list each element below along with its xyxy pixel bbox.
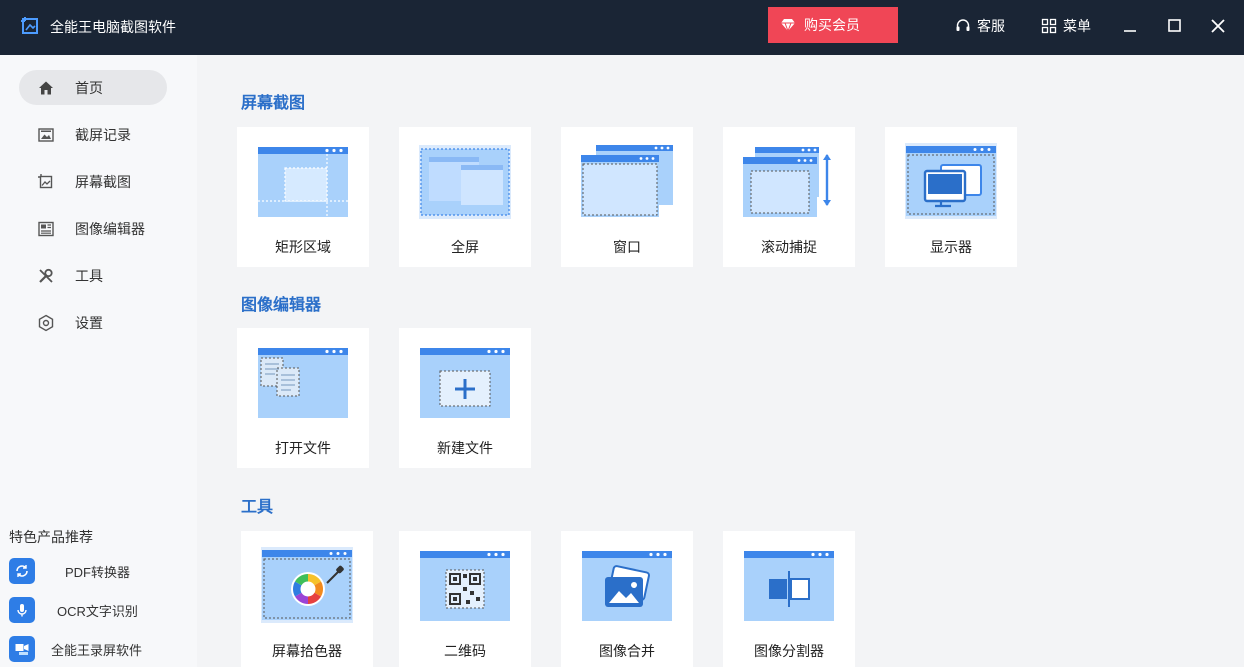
card-label: 屏幕拾色器	[272, 643, 342, 659]
featured-item-pdf-converter[interactable]: PDF转换器	[9, 557, 189, 585]
qr-code-icon	[420, 551, 510, 621]
close-icon[interactable]	[1206, 14, 1230, 38]
sidebar-item-label: 首页	[75, 79, 103, 96]
fullscreen-icon	[419, 145, 511, 219]
sidebar-item-label: 屏幕截图	[75, 173, 131, 190]
sidebar-item-image-editor[interactable]: 图像编辑器	[19, 211, 167, 246]
main-content: 屏幕截图 矩形区域 全屏 窗口 滚动捕捉 显示器 图像编辑器 打开文件 新建文件…	[197, 55, 1244, 667]
screenshot-icon	[38, 173, 53, 188]
card-image-merge[interactable]: 图像合并	[561, 531, 693, 667]
featured-item-screen-recorder[interactable]: 全能王录屏软件	[9, 635, 189, 663]
card-label: 打开文件	[275, 440, 331, 456]
card-qr-code[interactable]: 二维码	[399, 531, 531, 667]
card-label: 图像分割器	[754, 643, 824, 659]
card-fullscreen[interactable]: 全屏	[399, 127, 531, 267]
rectangle-region-icon	[258, 147, 348, 217]
card-new-file[interactable]: 新建文件	[399, 328, 531, 468]
diamond-icon	[781, 19, 795, 33]
sidebar-item-home[interactable]: 首页	[19, 70, 167, 105]
sidebar-item-tools[interactable]: 工具	[19, 258, 167, 293]
card-label: 图像合并	[599, 643, 655, 659]
featured-item-label: PDF转换器	[65, 564, 131, 580]
menu-label: 菜单	[1063, 18, 1091, 34]
home-icon	[39, 81, 53, 94]
card-label: 新建文件	[437, 440, 493, 456]
image-merge-icon	[582, 551, 672, 621]
open-file-icon	[258, 348, 348, 418]
app-title: 全能王电脑截图软件	[50, 19, 176, 35]
pdf-convert-icon	[9, 558, 35, 584]
buy-vip-button[interactable]: 购买会员	[768, 7, 898, 43]
card-window[interactable]: 窗口	[561, 127, 693, 267]
card-label: 矩形区域	[275, 239, 331, 255]
card-label: 窗口	[613, 239, 641, 255]
menu-button[interactable]: 菜单	[1041, 15, 1091, 37]
sidebar-item-settings[interactable]: 设置	[19, 305, 167, 340]
sidebar-item-label: 设置	[75, 314, 103, 331]
card-label: 滚动捕捉	[761, 239, 817, 255]
section-title-tools: 工具	[241, 499, 274, 516]
customer-service-label: 客服	[977, 18, 1005, 34]
settings-icon	[38, 314, 54, 331]
minimize-icon[interactable]	[1118, 14, 1142, 38]
featured-item-label: 全能王录屏软件	[51, 642, 143, 658]
section-title-image-editor: 图像编辑器	[241, 297, 322, 314]
sidebar-item-label: 工具	[75, 267, 103, 284]
card-open-file[interactable]: 打开文件	[237, 328, 369, 468]
headset-icon	[956, 19, 970, 31]
card-label: 全屏	[451, 239, 479, 255]
sidebar-item-screenshot[interactable]: 屏幕截图	[19, 164, 167, 199]
scroll-capture-icon	[743, 147, 831, 217]
featured-item-label: OCR文字识别	[57, 603, 138, 619]
grid-menu-icon	[1041, 18, 1057, 34]
featured-products-title: 特色产品推荐	[9, 529, 93, 545]
new-file-icon	[420, 348, 510, 418]
image-editor-icon	[38, 221, 54, 236]
window-capture-icon	[581, 145, 673, 217]
sidebar-item-label: 截屏记录	[75, 126, 131, 143]
card-label: 显示器	[930, 239, 972, 255]
microphone-icon	[9, 597, 35, 623]
history-icon	[38, 127, 54, 142]
sidebar-item-history[interactable]: 截屏记录	[19, 117, 167, 152]
card-color-picker[interactable]: 屏幕拾色器	[241, 531, 373, 667]
sidebar-item-label: 图像编辑器	[75, 220, 145, 237]
card-scroll-capture[interactable]: 滚动捕捉	[723, 127, 855, 267]
color-picker-icon	[261, 547, 353, 623]
card-label: 二维码	[444, 643, 486, 659]
section-title-screenshot: 屏幕截图	[241, 95, 306, 112]
screen-record-icon	[9, 636, 35, 662]
app-logo-icon	[21, 17, 38, 34]
card-rectangle-region[interactable]: 矩形区域	[237, 127, 369, 267]
card-monitor[interactable]: 显示器	[885, 127, 1017, 267]
tools-icon	[39, 268, 53, 283]
customer-service-button[interactable]: 客服	[955, 15, 1005, 37]
monitor-icon	[905, 143, 997, 219]
sidebar: 首页 截屏记录 屏幕截图 图像编辑器 工具 设置 特色产品推荐 PDF转换器 O…	[0, 55, 197, 667]
title-bar: 全能王电脑截图软件 购买会员 客服 菜单	[0, 0, 1244, 55]
image-splitter-icon	[744, 551, 834, 621]
featured-item-ocr[interactable]: OCR文字识别	[9, 596, 189, 624]
buy-vip-label: 购买会员	[804, 17, 860, 33]
card-image-splitter[interactable]: 图像分割器	[723, 531, 855, 667]
maximize-icon[interactable]	[1162, 14, 1186, 38]
